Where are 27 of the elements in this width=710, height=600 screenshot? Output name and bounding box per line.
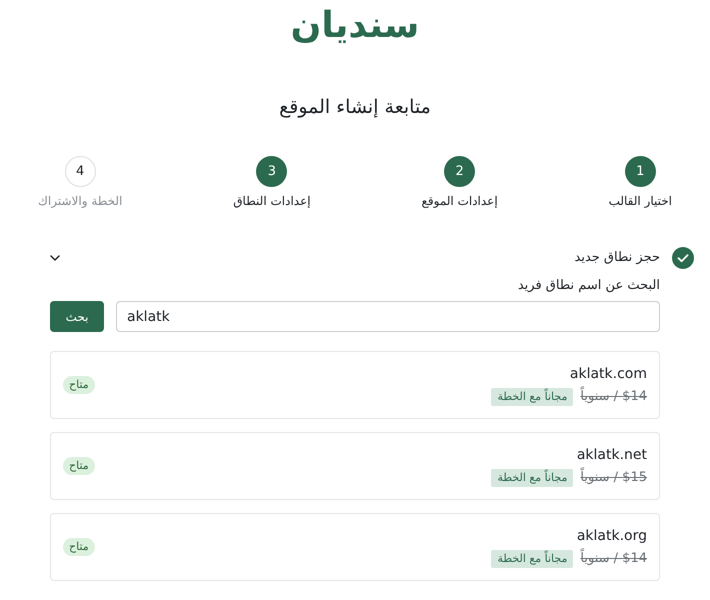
page-title: متابعة إنشاء الموقع [279, 95, 431, 119]
availability-badge: متاح [63, 538, 95, 556]
step-number: 2 [444, 156, 476, 187]
step-number: 4 [64, 156, 96, 187]
step-label: إعدادات النطاق [233, 193, 311, 209]
step-number: 1 [624, 156, 656, 187]
availability-badge: متاح [63, 376, 95, 394]
free-offer-badge: مجاناً مع الخطة [491, 550, 574, 568]
free-offer-badge: مجاناً مع الخطة [491, 469, 574, 487]
step-label: اختيار القالب [608, 193, 672, 209]
old-price: $14 / سنوياً [580, 550, 647, 568]
step-label: الخطة والاشتراك [38, 193, 122, 209]
domain-name: aklatk.com [568, 365, 647, 384]
section-title: حجز نطاق جديد [574, 249, 660, 267]
domain-name: aklatk.org [576, 527, 647, 546]
availability-badge: متاح [63, 457, 95, 475]
free-offer-badge: مجاناً مع الخطة [491, 388, 574, 406]
old-price: $15 / سنوياً [580, 469, 647, 487]
chevron-down-icon[interactable] [50, 255, 60, 261]
step-number: 3 [256, 156, 288, 187]
step-label: إعدادات الموقع [422, 193, 498, 209]
search-field[interactable]: aklatk [116, 301, 660, 332]
search-button[interactable]: بحث [50, 301, 104, 332]
search-label: البحث عن اسم نطاق فريد [516, 277, 660, 295]
logo[interactable]: سنديان [290, 6, 420, 46]
domain-name: aklatk.net [576, 446, 647, 465]
old-price: $14 / سنوياً [580, 388, 647, 406]
